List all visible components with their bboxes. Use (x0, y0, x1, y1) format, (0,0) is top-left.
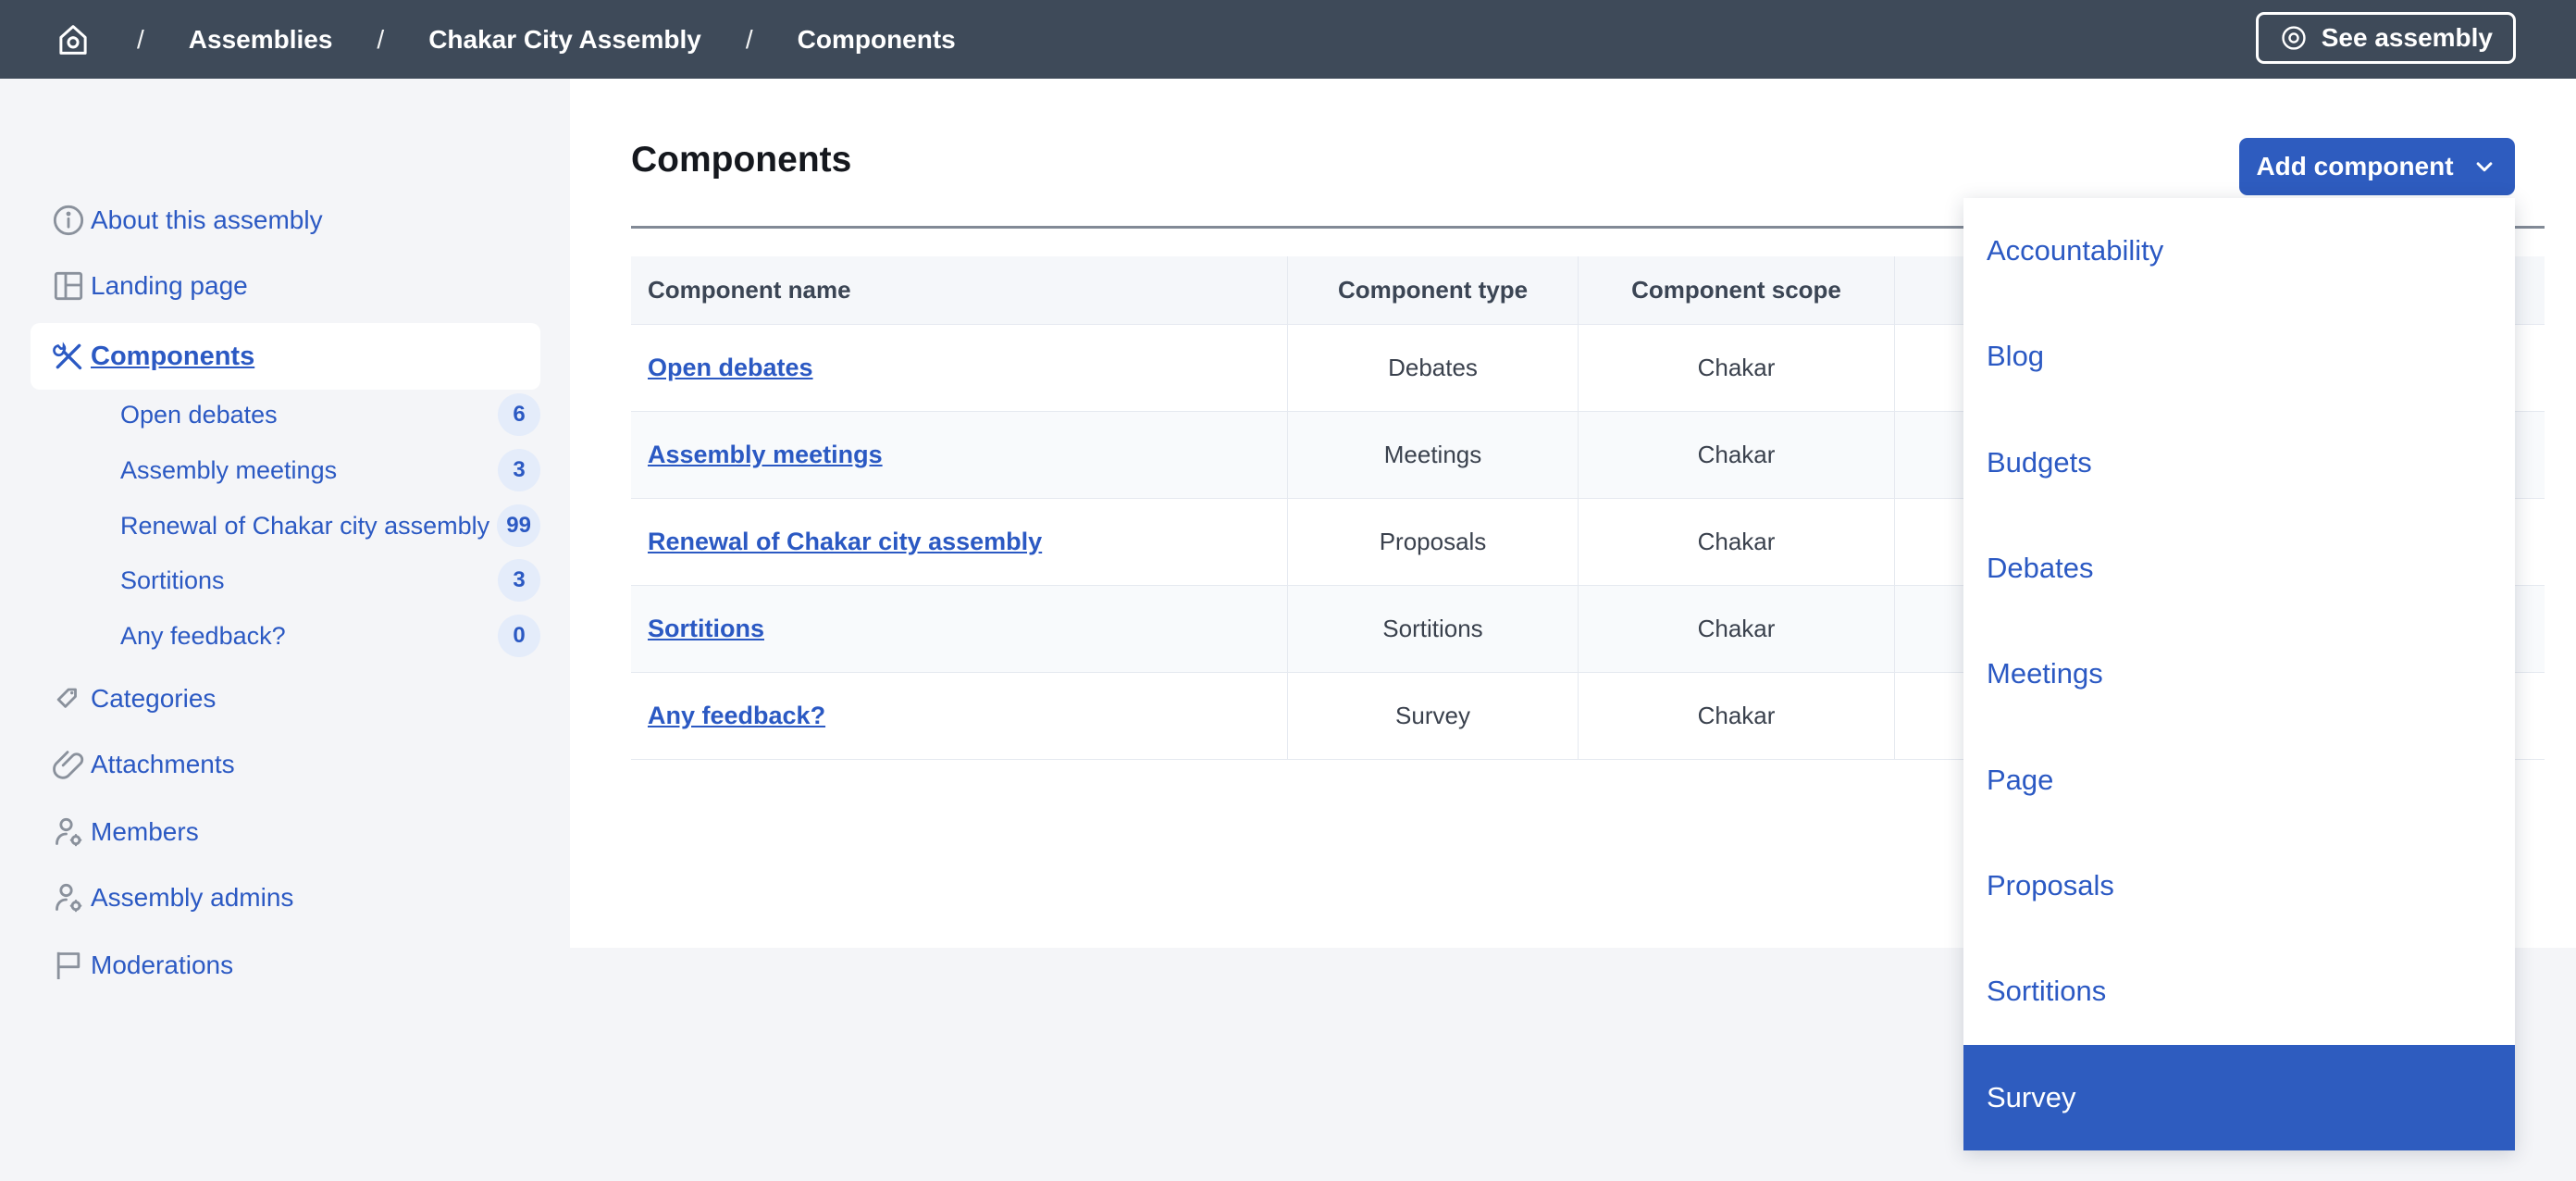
sidebar-subitem-renewal[interactable]: Renewal of Chakar city assembly 99 (0, 500, 570, 552)
sidebar-subitem-label: Sortitions (120, 566, 225, 594)
sidebar-item-landing-page[interactable]: Landing page (0, 260, 570, 312)
sidebar-item-components[interactable]: Components (31, 323, 540, 390)
component-type: Survey (1395, 702, 1470, 729)
eye-icon (2279, 23, 2309, 53)
dropdown-item-proposals[interactable]: Proposals (1963, 833, 2515, 939)
sidebar-subitem-label: Renewal of Chakar city assembly (120, 511, 490, 540)
component-link[interactable]: Any feedback? (648, 702, 825, 730)
sidebar-item-about[interactable]: About this assembly (0, 194, 570, 246)
dropdown-item-page[interactable]: Page (1963, 727, 2515, 833)
component-scope: Chakar (1697, 441, 1776, 468)
add-component-dropdown: Accountability Blog Budgets Debates Meet… (1963, 198, 2515, 1150)
component-type: Sortitions (1382, 615, 1483, 642)
dropdown-item-blog[interactable]: Blog (1963, 304, 2515, 409)
add-component-button[interactable]: Add component (2239, 138, 2515, 195)
sidebar-item-label: Components (91, 341, 255, 371)
dropdown-item-sortitions[interactable]: Sortitions (1963, 939, 2515, 1044)
sidebar-item-label: Assembly admins (91, 883, 294, 912)
sidebar-item-label: Categories (91, 684, 217, 713)
component-scope: Chakar (1697, 702, 1776, 729)
dropdown-item-meetings[interactable]: Meetings (1963, 621, 2515, 727)
flag-icon (50, 947, 87, 984)
dropdown-item-survey[interactable]: Survey (1963, 1044, 2515, 1150)
component-link[interactable]: Sortitions (648, 615, 764, 643)
component-link[interactable]: Renewal of Chakar city assembly (648, 528, 1042, 556)
paperclip-icon (50, 746, 87, 783)
sidebar-item-attachments[interactable]: Attachments (0, 739, 570, 790)
chevron-down-icon (2471, 153, 2498, 180)
sidebar-item-label: Attachments (91, 750, 235, 778)
sidebar-item-label: Landing page (91, 271, 248, 300)
info-icon (50, 202, 87, 239)
sidebar-subitem-sortitions[interactable]: Sortitions 3 (0, 554, 570, 606)
component-link[interactable]: Open debates (648, 354, 813, 382)
component-type: Meetings (1383, 441, 1482, 468)
breadcrumb: / Assemblies / Chakar City Assembly / Co… (54, 20, 956, 59)
dropdown-item-debates[interactable]: Debates (1963, 516, 2515, 621)
header-component-name: Component name (631, 256, 1288, 324)
sidebar-subitem-assembly-meetings[interactable]: Assembly meetings 3 (0, 444, 570, 496)
see-assembly-button[interactable]: See assembly (2255, 12, 2516, 64)
breadcrumb-separator: / (745, 24, 753, 54)
page-title: Components (631, 140, 852, 180)
sidebar-subitem-label: Open debates (120, 400, 278, 429)
tools-icon (50, 338, 87, 375)
header-component-type: Component type (1288, 256, 1579, 324)
breadcrumb-assembly-name[interactable]: Chakar City Assembly (428, 25, 701, 55)
count-badge: 3 (498, 449, 540, 491)
sidebar-item-moderations[interactable]: Moderations (0, 939, 570, 991)
header-component-scope: Component scope (1579, 256, 1895, 324)
dropdown-item-accountability[interactable]: Accountability (1963, 198, 2515, 304)
sidebar-item-label: Moderations (91, 951, 234, 979)
home-link[interactable] (54, 20, 93, 59)
sidebar-item-members[interactable]: Members (0, 806, 570, 858)
add-component-label: Add component (2256, 152, 2454, 180)
count-badge: 3 (498, 559, 540, 602)
sidebar-subitem-any-feedback[interactable]: Any feedback? 0 (0, 610, 570, 662)
home-icon (54, 20, 93, 59)
sidebar: About this assembly Landing page Compone… (0, 79, 570, 979)
sidebar-subitem-label: Assembly meetings (120, 455, 338, 484)
sidebar-subitem-label: Any feedback? (120, 621, 286, 650)
breadcrumb-separator: / (377, 24, 385, 54)
component-link[interactable]: Assembly meetings (648, 441, 883, 469)
sidebar-item-assembly-admins[interactable]: Assembly admins (0, 872, 570, 924)
person-gear-icon (50, 814, 87, 851)
count-badge: 0 (498, 615, 540, 657)
sidebar-item-label: Members (91, 817, 199, 846)
component-type: Debates (1388, 354, 1478, 381)
sidebar-item-label: About this assembly (91, 205, 323, 234)
breadcrumb-assemblies[interactable]: Assemblies (189, 25, 333, 55)
breadcrumb-components[interactable]: Components (798, 25, 956, 55)
landing-page-icon (50, 267, 87, 305)
sidebar-item-categories[interactable]: Categories (0, 673, 570, 725)
count-badge: 99 (497, 504, 540, 547)
component-scope: Chakar (1697, 615, 1776, 642)
component-scope: Chakar (1697, 528, 1776, 555)
tag-icon (50, 680, 87, 717)
person-gear-icon (50, 879, 87, 916)
breadcrumb-separator: / (137, 24, 144, 54)
dropdown-item-budgets[interactable]: Budgets (1963, 410, 2515, 516)
topbar: / Assemblies / Chakar City Assembly / Co… (0, 0, 2576, 79)
component-type: Proposals (1379, 528, 1487, 555)
see-assembly-label: See assembly (2321, 23, 2493, 52)
component-scope: Chakar (1697, 354, 1776, 381)
sidebar-subitem-open-debates[interactable]: Open debates 6 (0, 389, 570, 441)
count-badge: 6 (498, 393, 540, 436)
